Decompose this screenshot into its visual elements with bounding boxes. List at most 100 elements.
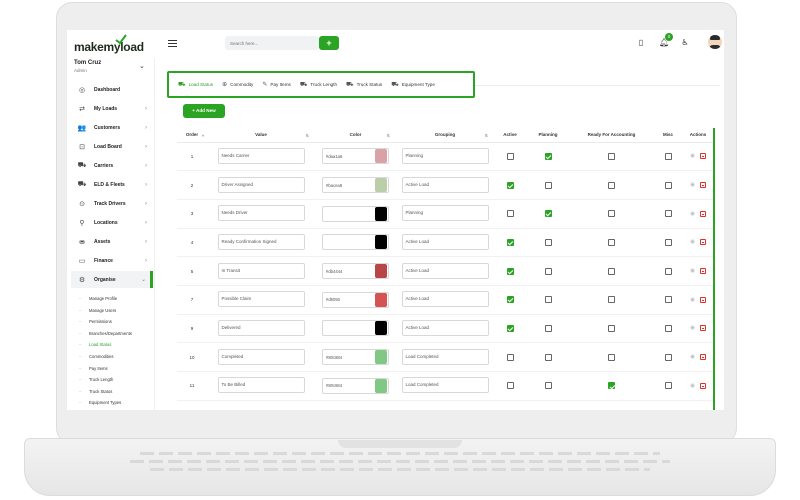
planning-checkbox[interactable] — [544, 267, 552, 275]
view-icon[interactable]: ◉ — [690, 325, 695, 331]
misc-checkbox[interactable] — [664, 181, 672, 189]
menu-icon[interactable] — [168, 40, 177, 48]
column-header[interactable]: Color ⇅ — [315, 128, 396, 143]
sidebar-item-customers[interactable]: 👥 Customers › — [71, 119, 153, 136]
grouping-select[interactable]: Active Load — [401, 291, 489, 308]
delete-icon[interactable] — [699, 325, 706, 332]
color-swatch[interactable] — [375, 149, 387, 164]
sort-icon[interactable]: ⇅ — [485, 133, 488, 138]
view-icon[interactable]: ◉ — [690, 211, 695, 217]
sidebar-item-eld-fleets[interactable]: ⛟ ELD & Fleets › — [71, 176, 153, 193]
color-input[interactable] — [322, 234, 389, 251]
value-input[interactable]: To Be Billed — [217, 377, 305, 394]
planning-checkbox[interactable] — [544, 181, 552, 189]
ready-for-accounting-checkbox[interactable] — [608, 210, 615, 218]
color-swatch[interactable] — [375, 292, 387, 307]
delete-icon[interactable] — [699, 382, 706, 389]
grouping-select[interactable]: Active Load — [401, 233, 489, 250]
color-input[interactable]: #d5050 — [322, 291, 389, 308]
ready-for-accounting-checkbox[interactable] — [608, 238, 615, 246]
sidebar-subitem[interactable]: – Permissions — [79, 316, 112, 327]
planning-checkbox[interactable] — [544, 296, 552, 304]
planning-checkbox[interactable] — [544, 152, 552, 160]
sidebar-item-dashboard[interactable]: ◎ Dashboard — [71, 81, 153, 98]
delete-icon[interactable] — [699, 268, 706, 275]
value-input[interactable]: Possible Claim — [217, 291, 305, 308]
color-swatch[interactable] — [375, 178, 387, 193]
sort-icon[interactable]: ⇅ — [306, 133, 309, 138]
ready-for-accounting-checkbox[interactable] — [608, 324, 615, 332]
planning-checkbox[interactable] — [544, 324, 552, 332]
grouping-select[interactable]: Planning — [401, 205, 489, 222]
quick-add-button[interactable]: + — [319, 36, 339, 50]
tab-pay-items[interactable]: ✎ Pay Items — [262, 81, 290, 88]
color-swatch[interactable] — [375, 378, 387, 393]
misc-checkbox[interactable] — [664, 238, 672, 246]
sidebar-subitem[interactable]: – Branches/Departments — [79, 328, 132, 339]
column-header[interactable]: Order ▾ — [177, 128, 207, 143]
active-checkbox[interactable] — [506, 296, 514, 304]
color-input[interactable] — [322, 320, 389, 337]
color-input[interactable]: #80c884 — [322, 349, 389, 366]
logo[interactable]: makemyload — [74, 40, 144, 54]
sidebar-subitem[interactable]: – Pay Items — [79, 363, 108, 374]
color-swatch[interactable] — [375, 350, 387, 365]
accessibility-icon[interactable]: ♿︎ — [680, 38, 690, 48]
color-input[interactable] — [322, 205, 389, 222]
value-input[interactable]: Completed — [217, 348, 305, 365]
search-input[interactable] — [225, 36, 319, 50]
sidebar-subitem[interactable]: – Truck Length — [79, 374, 113, 385]
delete-icon[interactable] — [699, 354, 706, 361]
sidebar-subitem[interactable]: – Manage Profile — [79, 293, 117, 304]
view-icon[interactable]: ◉ — [690, 297, 695, 303]
sidebar-subitem[interactable]: – Commodities — [79, 351, 113, 362]
sidebar-subitem[interactable]: – Truck Status — [79, 386, 112, 397]
sidebar-item-carriers[interactable]: ⛟ Carriers › — [71, 157, 153, 174]
delete-icon[interactable] — [699, 153, 706, 160]
value-input[interactable]: Needs Carrier — [217, 147, 305, 164]
value-input[interactable]: Driver Assigned — [217, 176, 305, 193]
misc-checkbox[interactable] — [664, 210, 672, 218]
active-checkbox[interactable] — [506, 267, 514, 275]
grouping-select[interactable]: Load Completed — [401, 377, 489, 394]
sidebar-item-locations[interactable]: ⚲ Locations › — [71, 214, 153, 231]
planning-checkbox[interactable] — [544, 353, 552, 361]
active-checkbox[interactable] — [506, 353, 514, 361]
grouping-select[interactable]: Planning — [401, 147, 489, 164]
delete-icon[interactable] — [699, 182, 706, 189]
view-icon[interactable]: ◉ — [690, 268, 695, 274]
grouping-select[interactable]: Active Load — [401, 262, 489, 279]
sidebar-item-load-board[interactable]: ⊡ Load Board › — [71, 138, 153, 155]
ready-for-accounting-checkbox[interactable] — [608, 181, 615, 189]
value-input[interactable]: In Transit — [217, 262, 305, 279]
ready-for-accounting-checkbox[interactable] — [608, 296, 615, 304]
active-checkbox[interactable] — [506, 210, 514, 218]
grouping-select[interactable]: Load Completed — [401, 348, 489, 365]
tab-commodity[interactable]: ⊕ Commodity — [222, 81, 253, 88]
view-icon[interactable]: ◉ — [690, 354, 695, 360]
sidebar-item-assets[interactable]: ⛂ Assets › — [71, 233, 153, 250]
delete-icon[interactable] — [699, 239, 706, 246]
value-input[interactable]: Ready Confirmation Signed — [217, 233, 305, 250]
color-swatch[interactable] — [375, 235, 387, 250]
misc-checkbox[interactable] — [664, 324, 672, 332]
active-checkbox[interactable] — [506, 181, 514, 189]
sidebar-item-track-drivers[interactable]: ⊙ Track Drivers › — [71, 195, 153, 212]
value-input[interactable]: Needs Driver — [217, 205, 305, 222]
color-swatch[interactable] — [375, 206, 387, 221]
planning-checkbox[interactable] — [544, 382, 552, 390]
misc-checkbox[interactable] — [664, 267, 672, 275]
delete-icon[interactable] — [699, 296, 706, 303]
document-icon[interactable]: ▯ — [636, 38, 646, 48]
delete-icon[interactable] — [699, 210, 706, 217]
chevron-down-icon[interactable]: ⌄ — [139, 62, 145, 70]
sidebar-item-my-loads[interactable]: ⇄ My Loads › — [71, 100, 153, 117]
view-icon[interactable]: ◉ — [690, 182, 695, 188]
view-icon[interactable]: ◉ — [690, 239, 695, 245]
grouping-select[interactable]: Active Load — [401, 176, 489, 193]
column-header[interactable]: Value ⇅ — [207, 128, 315, 143]
planning-checkbox[interactable] — [544, 210, 552, 218]
sidebar-item-finance[interactable]: ▭ Finance › — [71, 252, 153, 269]
ready-for-accounting-checkbox[interactable] — [608, 152, 615, 160]
tab-load-status[interactable]: ⛟ Load Status — [178, 81, 213, 89]
